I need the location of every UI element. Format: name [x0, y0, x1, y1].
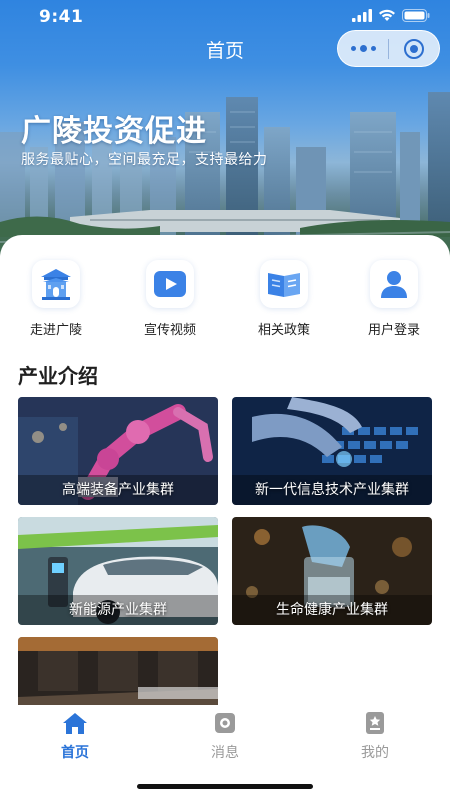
hero-title: 广陵投资促进	[21, 114, 207, 149]
wifi-icon	[379, 9, 395, 21]
quick-nav-login[interactable]: 用户登录	[339, 260, 449, 338]
user-icon	[381, 271, 407, 298]
battery-icon	[402, 9, 430, 22]
message-icon	[215, 713, 235, 733]
quick-icon-box	[32, 260, 80, 308]
target-close-icon	[404, 38, 424, 59]
industry-label: 生命健康产业集群	[276, 602, 388, 618]
quick-nav-label: 相关政策	[257, 323, 310, 338]
tab-label: 消息	[211, 745, 239, 761]
section-title: 产业介绍	[18, 364, 98, 388]
status-bar: 9:41	[0, 0, 450, 34]
quick-icon-box	[370, 260, 418, 308]
quick-icon-box	[260, 260, 308, 308]
tab-label: 首页	[61, 745, 89, 761]
video-play-icon	[154, 271, 186, 297]
quick-nav-label: 用户登录	[367, 323, 420, 338]
close-mini-program-button[interactable]	[389, 30, 439, 67]
hero-subtitle: 服务最贴心，空间最充足，支持最给力	[21, 152, 268, 168]
home-indicator	[137, 784, 313, 789]
profile-icon	[366, 712, 384, 734]
tab-messages[interactable]: 消息	[185, 711, 265, 762]
pavilion-icon	[41, 269, 71, 300]
quick-nav-label: 宣传视频	[143, 323, 196, 338]
quick-icon-box	[146, 260, 194, 308]
status-time: 9:41	[39, 7, 84, 27]
tab-label: 我的	[361, 745, 389, 761]
content-card: 走进广陵 宣传视频 相关政策 用户登录 产业介绍 高端装备产业集群 新一代信息技…	[0, 235, 450, 705]
hero-banner: 9:41 首页 广陵投资促进 服务最贴心，空间最充足，支持最给力	[0, 0, 450, 262]
quick-nav-explore[interactable]: 走进广陵	[1, 260, 111, 338]
mini-program-capsule	[337, 30, 440, 67]
industry-label: 高端装备产业集群	[62, 482, 174, 498]
more-dot-icon	[359, 45, 367, 52]
industry-card-partial[interactable]	[18, 637, 218, 705]
meeting-room-image	[18, 637, 218, 705]
quick-nav-video[interactable]: 宣传视频	[115, 260, 225, 338]
status-icons	[352, 9, 430, 22]
industry-card-new-energy[interactable]: 新能源产业集群	[18, 517, 218, 625]
more-dot-icon	[350, 46, 356, 51]
more-options-button[interactable]	[338, 30, 388, 67]
more-dot-icon	[370, 46, 376, 51]
industry-card-life-health[interactable]: 生命健康产业集群	[232, 517, 432, 625]
industry-label: 新能源产业集群	[69, 602, 167, 618]
tab-profile[interactable]: 我的	[335, 711, 415, 762]
industry-card-it[interactable]: 新一代信息技术产业集群	[232, 397, 432, 505]
policy-book-icon	[268, 273, 300, 297]
quick-nav: 走进广陵 宣传视频 相关政策 用户登录	[0, 260, 450, 340]
quick-nav-policy[interactable]: 相关政策	[229, 260, 339, 338]
industry-label: 新一代信息技术产业集群	[255, 482, 409, 498]
home-icon	[63, 713, 87, 734]
industry-card-equipment[interactable]: 高端装备产业集群	[18, 397, 218, 505]
tab-home[interactable]: 首页	[35, 711, 115, 762]
quick-nav-label: 走进广陵	[29, 323, 82, 338]
signal-icon	[352, 9, 372, 22]
